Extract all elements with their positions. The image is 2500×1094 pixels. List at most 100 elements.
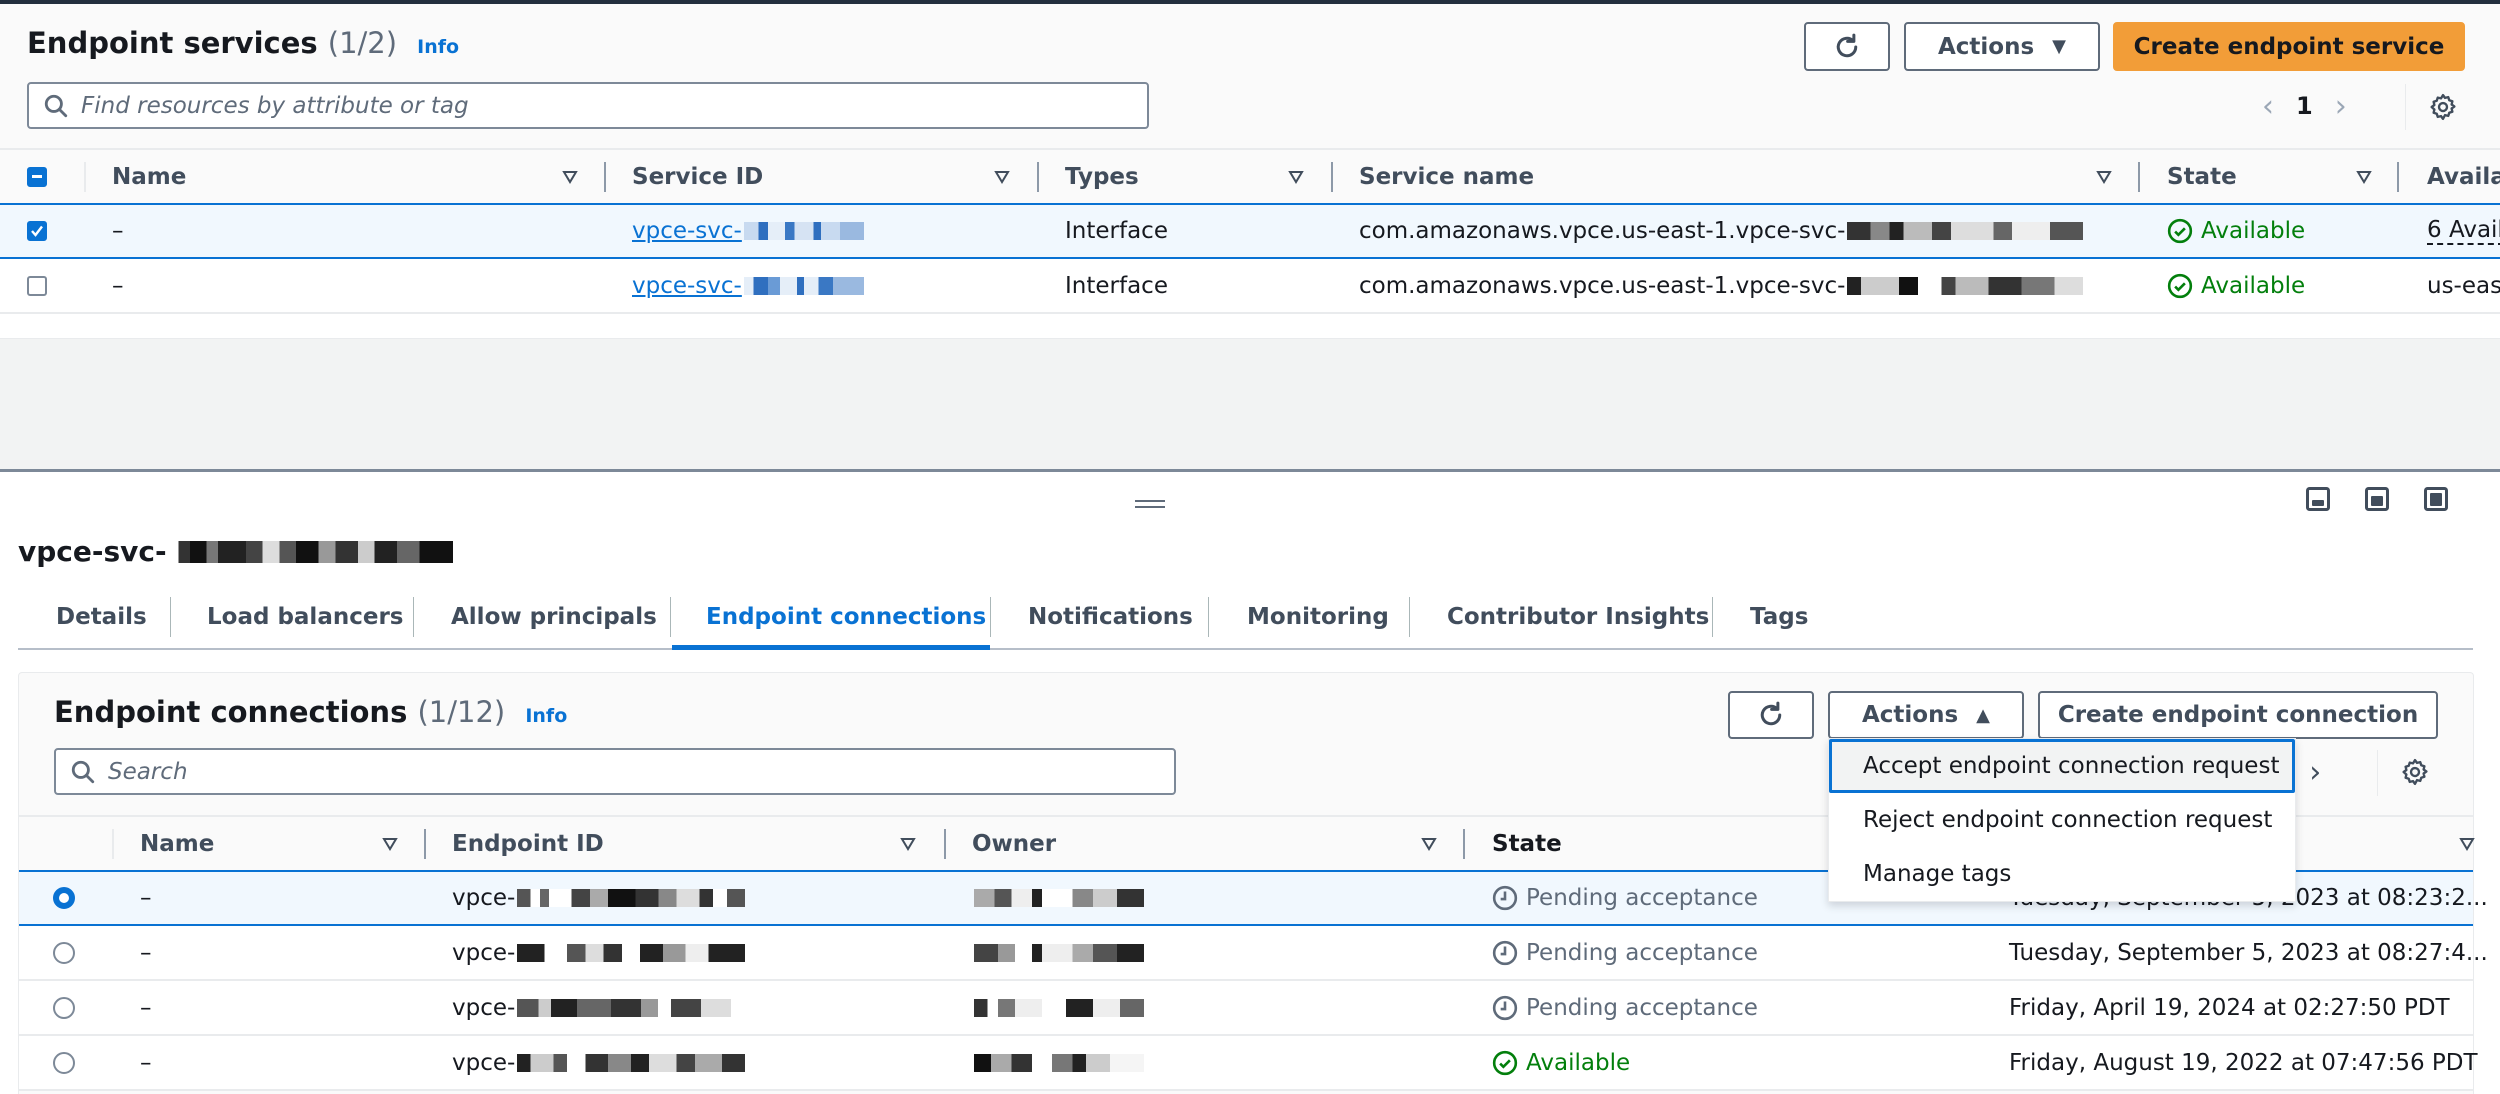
- menu-item-reject-connection[interactable]: Reject endpoint connection request: [1829, 793, 2295, 847]
- menu-item-manage-tags[interactable]: Manage tags: [1829, 847, 2295, 901]
- row-radio[interactable]: [53, 941, 75, 964]
- redacted-text: [517, 943, 746, 962]
- availability-zones-popover-trigger[interactable]: 6 Avail: [2427, 217, 2500, 245]
- redacted-text: [974, 943, 1144, 962]
- service-id-link[interactable]: vpce-svc-: [632, 218, 742, 244]
- sort-icon[interactable]: [994, 170, 1010, 184]
- tab-notifications[interactable]: Notifications: [1028, 590, 1193, 644]
- pagination-current-page[interactable]: 1: [2296, 92, 2313, 120]
- tab-label: Load balancers: [207, 604, 404, 630]
- column-header-availability[interactable]: Availab: [2427, 150, 2500, 203]
- tab-contributor-insights[interactable]: Contributor Insights: [1447, 590, 1709, 644]
- column-divider[interactable]: [1463, 829, 1465, 859]
- connections-table-row[interactable]: – vpce- Pending acceptance Tuesday, Sept…: [19, 926, 2488, 981]
- sort-icon[interactable]: [2459, 837, 2475, 851]
- services-table-row[interactable]: – vpce-svc- Interface com.amazonaws.vpce…: [0, 259, 2500, 314]
- services-refresh-button[interactable]: [1804, 22, 1890, 71]
- column-header-label: State: [1492, 830, 1562, 857]
- sort-icon[interactable]: [382, 837, 398, 851]
- services-table-row[interactable]: – vpce-svc- Interface com.amazonaws.vpce…: [0, 203, 2500, 259]
- service-id-cell[interactable]: vpce-svc-: [632, 205, 864, 257]
- owner-cell: [972, 1036, 1144, 1089]
- pagination-next-icon[interactable]: ›: [2309, 755, 2321, 790]
- sort-icon[interactable]: [2096, 170, 2112, 184]
- connections-actions-label: Actions: [1861, 702, 1959, 728]
- pagination-prev-icon[interactable]: ‹: [2262, 89, 2274, 124]
- connections-refresh-button[interactable]: [1728, 691, 1814, 739]
- column-header-state[interactable]: State: [1492, 817, 1562, 870]
- gear-icon: [2430, 93, 2456, 121]
- column-header-name[interactable]: Name: [140, 817, 214, 870]
- services-preferences-button[interactable]: [2428, 92, 2458, 122]
- row-radio[interactable]: [53, 1051, 75, 1074]
- connections-info-link[interactable]: Info: [525, 705, 567, 727]
- column-divider[interactable]: [1331, 162, 1333, 192]
- service-id-link[interactable]: vpce-svc-: [632, 273, 742, 299]
- tab-allow-principals[interactable]: Allow principals: [451, 590, 657, 644]
- column-divider[interactable]: [2138, 162, 2140, 192]
- connections-actions-button[interactable]: Actions ▲: [1828, 691, 2024, 739]
- sort-icon[interactable]: [900, 837, 916, 851]
- redacted-text: [974, 1053, 1144, 1072]
- sort-icon[interactable]: [562, 170, 578, 184]
- column-header-types[interactable]: Types: [1065, 150, 1139, 203]
- column-divider[interactable]: [424, 829, 426, 859]
- drag-handle-icon: [1135, 500, 1165, 508]
- column-header-service-name[interactable]: Service name: [1359, 150, 1534, 203]
- service-name-cell: –: [112, 218, 124, 244]
- tab-load-balancers[interactable]: Load balancers: [207, 590, 403, 644]
- row-radio[interactable]: [53, 996, 75, 1019]
- row-checkbox[interactable]: [27, 275, 47, 296]
- create-endpoint-connection-button[interactable]: Create endpoint connection: [2038, 691, 2438, 739]
- services-actions-button[interactable]: Actions ▼: [1904, 22, 2100, 71]
- sort-icon[interactable]: [2356, 170, 2372, 184]
- connections-search-field[interactable]: [54, 748, 1176, 795]
- create-endpoint-connection-label: Create endpoint connection: [2057, 702, 2419, 728]
- owner-cell: [972, 872, 1144, 924]
- sort-icon[interactable]: [1288, 170, 1304, 184]
- row-checkbox[interactable]: [27, 221, 47, 241]
- services-search-field[interactable]: [27, 82, 1149, 129]
- services-info-link[interactable]: Info: [417, 36, 459, 58]
- column-divider[interactable]: [1037, 162, 1039, 192]
- create-endpoint-service-label: Create endpoint service: [2133, 33, 2445, 60]
- tab-tags[interactable]: Tags: [1750, 590, 1808, 644]
- connections-preferences-button[interactable]: [2400, 757, 2430, 787]
- tab-endpoint-connections[interactable]: Endpoint connections: [706, 590, 986, 644]
- tab-label: Allow principals: [451, 604, 657, 630]
- endpoint-id-cell: vpce-: [452, 981, 732, 1034]
- connections-search-input[interactable]: [108, 758, 1174, 785]
- column-divider[interactable]: [2397, 162, 2399, 192]
- column-header-name[interactable]: Name: [112, 150, 186, 203]
- check-icon: [31, 225, 43, 237]
- menu-item-accept-connection[interactable]: Accept endpoint connection request: [1829, 739, 2295, 793]
- column-header-state[interactable]: State: [2167, 150, 2237, 203]
- split-bottom-medium-button[interactable]: [2365, 487, 2389, 511]
- pagination-next-icon[interactable]: ›: [2335, 89, 2347, 124]
- connections-table-row[interactable]: – vpce- Available Friday, August 19, 202…: [19, 1036, 2478, 1091]
- tab-details[interactable]: Details: [56, 590, 147, 644]
- split-panel-resize-handle[interactable]: [1135, 495, 1165, 508]
- column-divider[interactable]: [944, 829, 946, 859]
- caret-up-icon: ▲: [1976, 704, 1991, 726]
- service-id-cell[interactable]: vpce-svc-: [632, 259, 864, 312]
- connection-state-text: Pending acceptance: [1526, 994, 1758, 1021]
- select-all-checkbox[interactable]: [27, 166, 47, 187]
- column-header-service-id[interactable]: Service ID: [632, 150, 763, 203]
- service-availability-cell[interactable]: 6 Avail: [2427, 205, 2500, 257]
- column-divider[interactable]: [604, 162, 606, 192]
- create-endpoint-service-button[interactable]: Create endpoint service: [2113, 22, 2465, 71]
- connections-table-row[interactable]: – vpce- Pending acceptance Friday, April…: [19, 981, 2473, 1036]
- split-bottom-small-button[interactable]: [2306, 487, 2330, 511]
- tab-divider: [990, 597, 991, 637]
- panel-bottom-medium-icon: [2365, 487, 2389, 511]
- sort-icon[interactable]: [1421, 837, 1437, 851]
- row-radio[interactable]: [53, 887, 75, 909]
- split-full-button[interactable]: [2424, 487, 2448, 511]
- column-header-endpoint-id[interactable]: Endpoint ID: [452, 817, 604, 870]
- search-icon: [44, 94, 68, 117]
- tab-monitoring[interactable]: Monitoring: [1247, 590, 1389, 644]
- column-header-owner[interactable]: Owner: [972, 817, 1056, 870]
- services-search-input[interactable]: [81, 92, 1147, 119]
- column-header-label: Owner: [972, 830, 1057, 857]
